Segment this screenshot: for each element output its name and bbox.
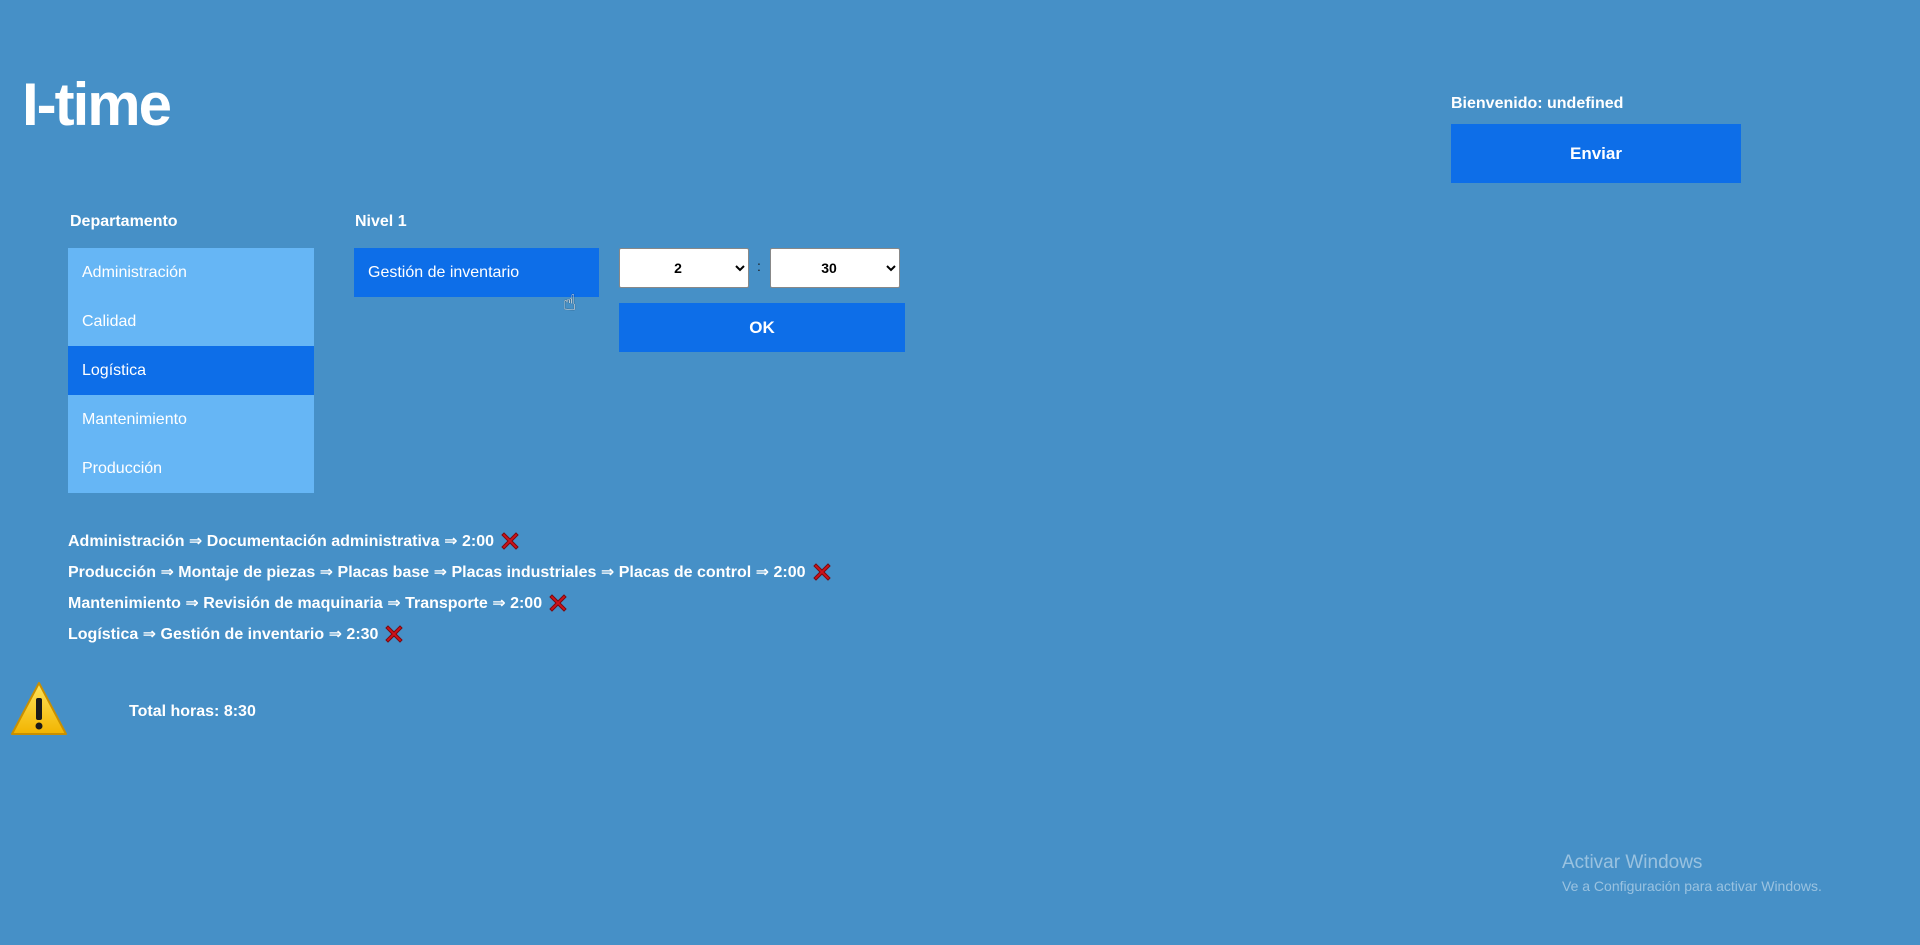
app-title: I-time	[22, 71, 172, 138]
department-item-logistica[interactable]: Logística	[68, 346, 314, 395]
department-item-calidad[interactable]: Calidad	[68, 297, 314, 346]
list-item: Mantenimiento ⇒ Revisión de maquinaria ⇒…	[68, 587, 834, 618]
list-item: Producción ⇒ Montaje de piezas ⇒ Placas …	[68, 556, 834, 587]
total-hours: Total horas: 8:30	[129, 703, 256, 720]
entry-text: Mantenimiento ⇒ Revisión de maquinaria ⇒…	[68, 594, 543, 612]
department-list: Administración Calidad Logística Manteni…	[68, 248, 314, 493]
list-item: Administración ⇒ Documentación administr…	[68, 525, 834, 556]
entry-text: Logística ⇒ Gestión de inventario ⇒ 2:30	[68, 625, 379, 643]
department-label: Departamento	[70, 213, 178, 230]
hours-select[interactable]: 2	[619, 248, 749, 288]
minutes-select[interactable]: 30	[770, 248, 900, 288]
send-button[interactable]: Enviar	[1451, 124, 1741, 183]
list-item: Logística ⇒ Gestión de inventario ⇒ 2:30	[68, 618, 834, 649]
welcome-text: Bienvenido: undefined	[1451, 95, 1624, 112]
watermark-title: Activar Windows	[1562, 852, 1703, 873]
windows-activation-watermark: Activar Windows Ve a Configuración para …	[1562, 852, 1822, 894]
close-x-icon[interactable]	[546, 591, 570, 615]
ok-button[interactable]: OK	[619, 303, 905, 352]
entries-list: Administración ⇒ Documentación administr…	[68, 525, 834, 649]
entry-text: Administración ⇒ Documentación administr…	[68, 532, 495, 550]
level1-label: Nivel 1	[355, 213, 407, 230]
watermark-subtitle: Ve a Configuración para activar Windows.	[1562, 878, 1822, 894]
close-x-icon[interactable]	[498, 529, 522, 553]
entry-text: Producción ⇒ Montaje de piezas ⇒ Placas …	[68, 563, 806, 581]
department-item-administracion[interactable]: Administración	[68, 248, 314, 297]
close-x-icon[interactable]	[810, 560, 834, 584]
department-item-produccion[interactable]: Producción	[68, 444, 314, 493]
department-item-mantenimiento[interactable]: Mantenimiento	[68, 395, 314, 444]
time-separator: :	[757, 258, 761, 274]
warning-icon	[11, 682, 67, 735]
hand-pointer-icon: ☝	[563, 290, 577, 315]
close-x-icon[interactable]	[382, 622, 406, 646]
